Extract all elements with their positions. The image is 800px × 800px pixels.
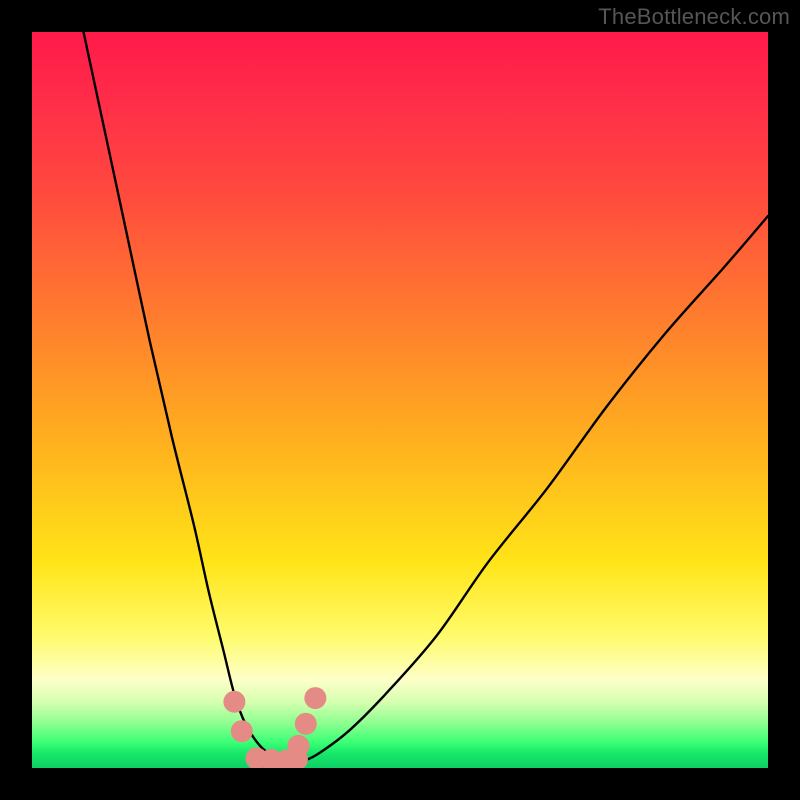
marker-left-cluster-bottom: [231, 720, 253, 742]
chart-svg-layer: [32, 32, 768, 768]
marker-right-cluster-mid: [295, 713, 317, 735]
plot-area: [32, 32, 768, 768]
chart-frame: TheBottleneck.com: [0, 0, 800, 800]
marker-left-cluster-top: [223, 691, 245, 713]
marker-right-cluster-top: [304, 687, 326, 709]
watermark-text: TheBottleneck.com: [598, 4, 790, 30]
curve-markers: [223, 687, 326, 768]
bottleneck-curve: [84, 32, 768, 761]
